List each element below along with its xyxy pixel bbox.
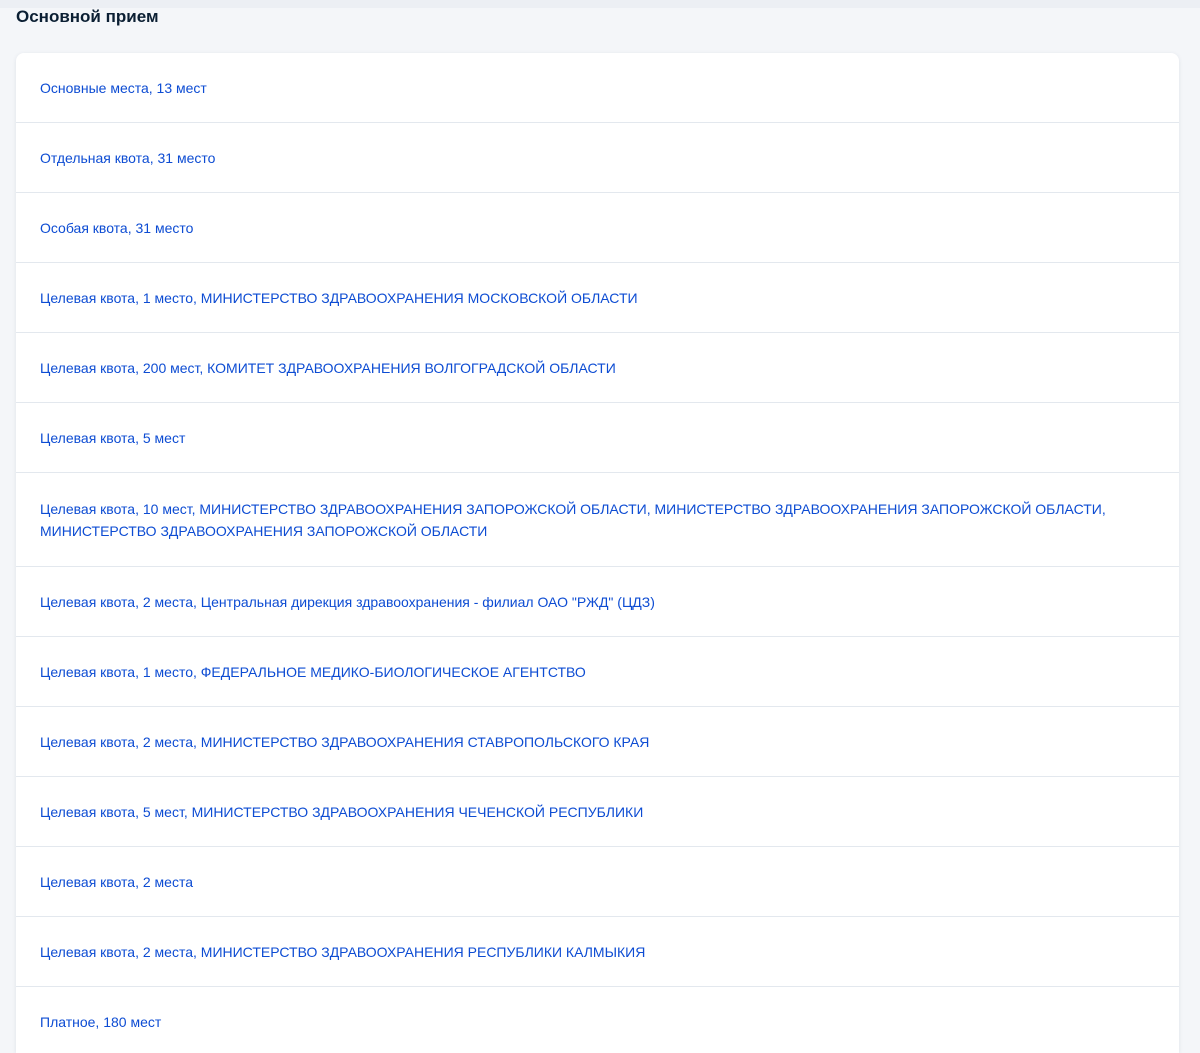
quota-item-target-2[interactable]: Целевая квота, 2 места (16, 847, 1179, 917)
quota-item-main[interactable]: Основные места, 13 мест (16, 53, 1179, 123)
quota-item-target-moscow[interactable]: Целевая квота, 1 место, МИНИСТЕРСТВО ЗДР… (16, 263, 1179, 333)
top-strip (0, 0, 1200, 8)
quota-item-paid[interactable]: Платное, 180 мест (16, 987, 1179, 1053)
quota-item-target-volgograd[interactable]: Целевая квота, 200 мест, КОМИТЕТ ЗДРАВОО… (16, 333, 1179, 403)
quota-label: Целевая квота, 2 места, МИНИСТЕРСТВО ЗДР… (40, 733, 650, 750)
quota-item-target-rzd[interactable]: Целевая квота, 2 места, Центральная дире… (16, 567, 1179, 637)
quota-list: Основные места, 13 мест Отдельная квота,… (16, 53, 1179, 1053)
quota-item-target-kalmykia[interactable]: Целевая квота, 2 места, МИНИСТЕРСТВО ЗДР… (16, 917, 1179, 987)
quota-label: Целевая квота, 2 места, Центральная дире… (40, 593, 655, 610)
quota-label: Основные места, 13 мест (40, 79, 207, 96)
quota-label: Целевая квота, 5 мест (40, 429, 186, 446)
quota-item-special[interactable]: Особая квота, 31 место (16, 193, 1179, 263)
quota-label: Целевая квота, 200 мест, КОМИТЕТ ЗДРАВОО… (40, 359, 616, 376)
quota-label: Целевая квота, 2 места, МИНИСТЕРСТВО ЗДР… (40, 943, 646, 960)
quota-label: Целевая квота, 2 места (40, 873, 194, 890)
quota-item-target-zaporozhye[interactable]: Целевая квота, 10 мест, МИНИСТЕРСТВО ЗДР… (16, 473, 1179, 567)
quota-label: Отдельная квота, 31 место (40, 149, 216, 166)
quota-label: Целевая квота, 5 мест, МИНИСТЕРСТВО ЗДРА… (40, 803, 644, 820)
section-title: Основной прием (16, 7, 159, 26)
quota-item-target-stavropol[interactable]: Целевая квота, 2 места, МИНИСТЕРСТВО ЗДР… (16, 707, 1179, 777)
quota-label: Особая квота, 31 место (40, 219, 194, 236)
quota-label: Целевая квота, 10 мест, МИНИСТЕРСТВО ЗДР… (40, 500, 1106, 539)
quota-item-target-fmba[interactable]: Целевая квота, 1 место, ФЕДЕРАЛЬНОЕ МЕДИ… (16, 637, 1179, 707)
quota-item-target-chechnya[interactable]: Целевая квота, 5 мест, МИНИСТЕРСТВО ЗДРА… (16, 777, 1179, 847)
quota-item-target-5[interactable]: Целевая квота, 5 мест (16, 403, 1179, 473)
quota-label: Целевая квота, 1 место, МИНИСТЕРСТВО ЗДР… (40, 289, 638, 306)
quota-item-separate[interactable]: Отдельная квота, 31 место (16, 123, 1179, 193)
quota-label: Платное, 180 мест (40, 1014, 162, 1030)
quota-label: Целевая квота, 1 место, ФЕДЕРАЛЬНОЕ МЕДИ… (40, 663, 586, 680)
